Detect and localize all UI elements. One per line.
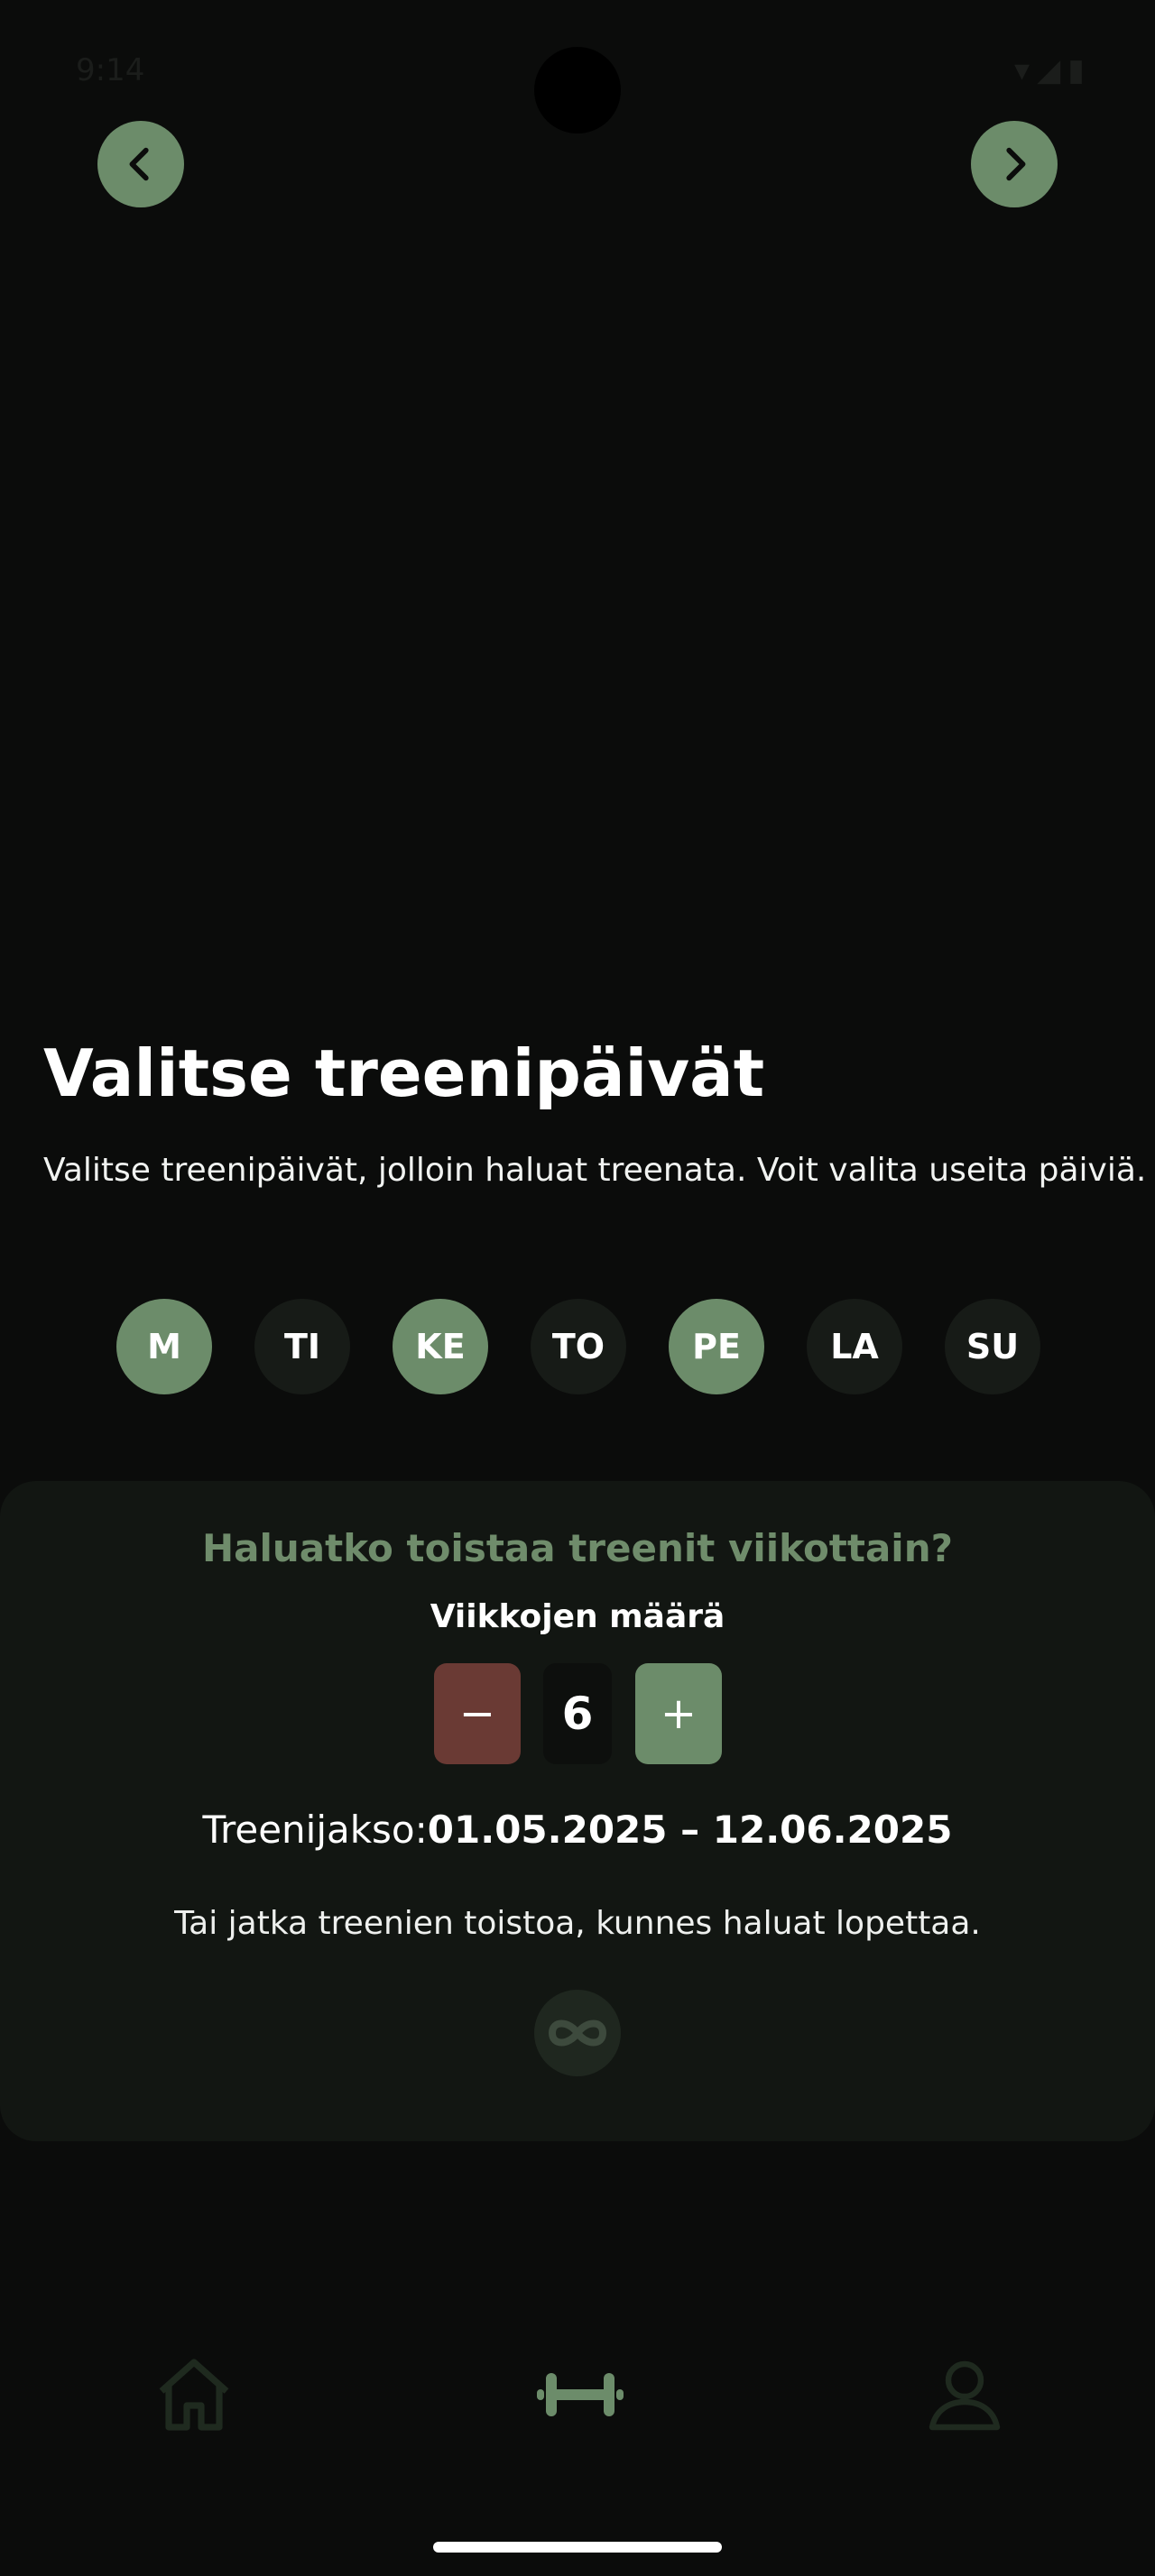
nav-workout[interactable] [531,2345,630,2444]
day-button-to[interactable]: TO [531,1299,626,1394]
day-label: SU [966,1327,1020,1366]
day-label: M [147,1327,181,1366]
minus-icon: − [458,1688,496,1739]
status-bar: 9:14 ▾◢▮ [0,0,1155,135]
dumbbell-icon [537,2373,624,2416]
continue-text: Tai jatka treenien toistoa, kunnes halua… [174,1905,981,1942]
weeks-label: Viikkojen määrä [430,1598,725,1635]
decrease-weeks-button[interactable]: − [434,1663,521,1764]
camera-cutout [534,47,621,133]
day-button-ke[interactable]: KE [393,1299,488,1394]
weeks-value: 6 [543,1663,612,1764]
back-button[interactable] [97,121,184,207]
battery-icon: ▮ [1067,52,1092,88]
chevron-left-icon [129,147,149,181]
status-time: 9:14 [76,52,145,88]
day-label: PE [692,1327,741,1366]
day-label: LA [830,1327,879,1366]
period-label: Treenijakso: [202,1808,428,1852]
gesture-home-bar[interactable] [433,2542,722,2553]
day-label: TI [283,1327,321,1366]
increase-weeks-button[interactable]: + [635,1663,722,1764]
bottom-nav [0,2309,1155,2471]
signal-icon: ◢ [1037,52,1068,88]
period-dates: 01.05.2025 – 12.06.2025 [427,1808,953,1852]
page-title: Valitse treenipäivät [43,1035,765,1111]
repeat-question: Haluatko toistaa treenit viikottain? [202,1526,953,1570]
day-selector: M TI KE TO PE LA SU [0,1299,1155,1394]
training-period: Treenijakso:01.05.2025 – 12.06.2025 [0,1808,1155,1852]
day-button-m[interactable]: M [116,1299,212,1394]
day-button-pe[interactable]: PE [669,1299,764,1394]
day-button-ti[interactable]: TI [254,1299,350,1394]
page-subtitle: Valitse treenipäivät, jolloin haluat tre… [43,1152,1147,1189]
plus-icon: + [660,1688,698,1739]
nav-profile[interactable] [915,2345,1014,2444]
day-label: TO [551,1327,605,1366]
home-icon [159,2359,229,2431]
day-label: KE [415,1327,466,1366]
chevron-right-icon [1006,147,1026,181]
infinity-icon [548,2019,607,2047]
day-button-su[interactable]: SU [945,1299,1040,1394]
next-button[interactable] [971,121,1058,207]
status-icons: ▾◢▮ [1014,52,1092,88]
repeat-forever-button[interactable] [534,1990,621,2076]
user-icon [929,2360,1001,2431]
day-button-la[interactable]: LA [807,1299,902,1394]
wifi-icon: ▾ [1014,52,1038,88]
nav-home[interactable] [144,2345,244,2444]
